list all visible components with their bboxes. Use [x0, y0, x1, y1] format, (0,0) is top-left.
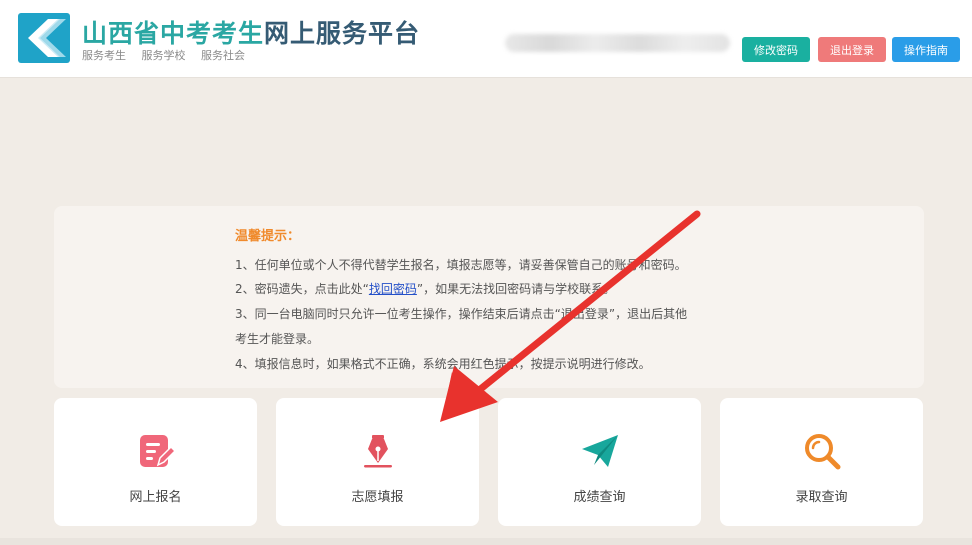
- edit-form-icon: [140, 435, 176, 467]
- slogan-students: 服务考生: [82, 49, 126, 62]
- slogans: 服务考生 服务学校 服务社会: [82, 47, 257, 63]
- paper-plane-icon: [582, 435, 618, 467]
- card-label: 网上报名: [129, 490, 182, 505]
- pen-nib-icon: [364, 435, 392, 468]
- guide-button[interactable]: 操作指南: [892, 37, 960, 62]
- notice-line-3-cont: 考生才能登录。: [235, 332, 320, 346]
- card-admission-query[interactable]: 录取查询: [720, 398, 923, 526]
- slogan-schools: 服务学校: [141, 49, 186, 62]
- notice-line-2-post: ”，如果无法找回密码请与学校联系。: [416, 282, 616, 296]
- notice-panel: 温馨提示： 1、任何单位或个人不得代替学生报名，填报志愿等，请妥善保管自己的账号…: [54, 206, 924, 388]
- site-title: 山西省中考考生网上服务平台: [82, 14, 420, 50]
- notice-title: 温馨提示：: [235, 229, 301, 244]
- recover-password-link[interactable]: 找回密码: [369, 282, 417, 296]
- card-label: 成绩查询: [573, 490, 626, 505]
- card-volunteer-filling[interactable]: 志愿填报: [276, 398, 479, 526]
- logout-button[interactable]: 退出登录: [818, 37, 886, 62]
- logo-icon: [18, 13, 70, 63]
- bottom-strip: [0, 538, 972, 545]
- search-icon: [805, 434, 841, 470]
- card-label: 录取查询: [795, 490, 848, 505]
- notice-line-2-pre: 2、密码遗失，点击此处“: [235, 282, 369, 296]
- notice-line-3: 3、同一台电脑同时只允许一位考生操作，操作结束后请点击“退出登录”，退出后其他: [235, 307, 688, 321]
- slogan-society: 服务社会: [201, 49, 245, 62]
- card-label: 志愿填报: [351, 490, 404, 505]
- change-password-button[interactable]: 修改密码: [742, 37, 810, 62]
- card-online-registration[interactable]: 网上报名: [54, 398, 257, 526]
- card-score-query[interactable]: 成绩查询: [498, 398, 701, 526]
- notice-line-2: 2、密码遗失，点击此处“找回密码”，如果无法找回密码请与学校联系。: [235, 280, 615, 297]
- notice-line-1: 1、任何单位或个人不得代替学生报名，填报志愿等，请妥善保管自己的账号和密码。: [235, 258, 687, 272]
- top-header: 山西省中考考生网上服务平台 服务考生 服务学校 服务社会 修改密码 退出登录 操…: [0, 0, 972, 78]
- site-title-part1: 山西省中考考生: [82, 19, 265, 48]
- site-title-part2: 网上服务平台: [264, 19, 421, 48]
- notice-line-4: 4、填报信息时，如果格式不正确，系统会用红色提示，按提示说明进行修改。: [235, 357, 651, 371]
- blurred-user-info: [505, 34, 730, 52]
